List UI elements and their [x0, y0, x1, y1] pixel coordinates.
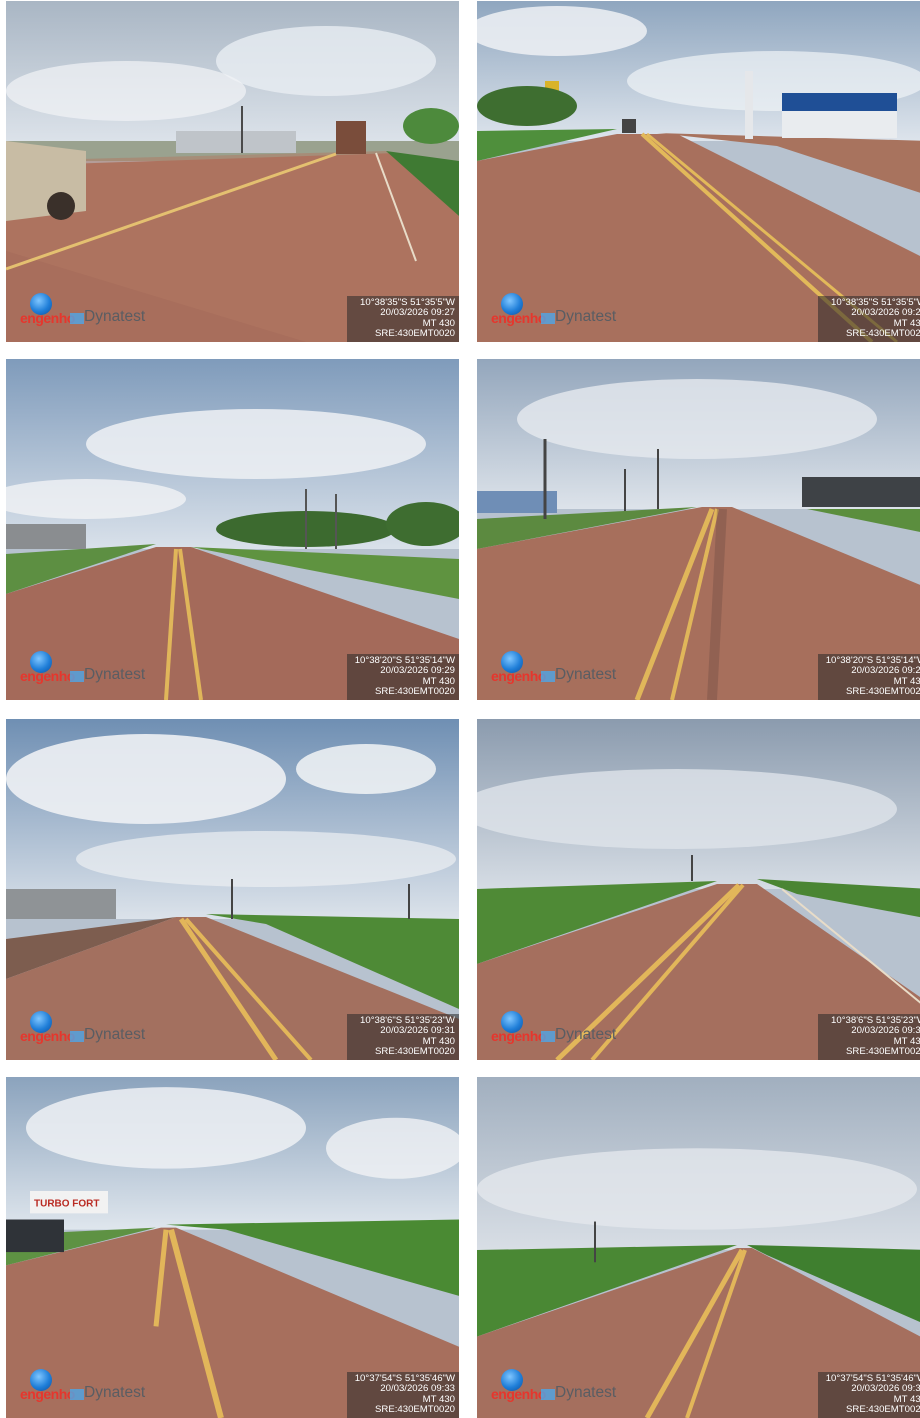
logo-connector [541, 313, 555, 324]
photo-1: engenho Dynatest 10°38'35"S 51°35'5"W 20… [6, 1, 459, 342]
logo-connector [541, 1031, 555, 1042]
logo-dynatest: Dynatest [555, 308, 617, 325]
gps-stamp: 10°38'35"S 51°35'5"W 20/03/2026 09:27 MT… [347, 296, 459, 342]
photo-grid: engenho Dynatest 10°38'35"S 51°35'5"W 20… [0, 0, 920, 1418]
photo-3: engenho Dynatest 10°38'20"S 51°35'14"W 2… [6, 359, 459, 700]
road-scene-5 [6, 719, 459, 1060]
engenho-dynatest-logo: engenho Dynatest [491, 651, 631, 689]
photo-6: engenho Dynatest 10°38'6"S 51°35'23"W 20… [477, 719, 920, 1060]
stamp-sre: SRE:430EMT0020 [846, 1046, 920, 1058]
gps-stamp: 10°38'20"S 51°35'14"W 20/03/2026 09:29 M… [347, 654, 459, 700]
photo-2: engenho Dynatest 10°38'35"S 51°35'5"W 20… [477, 1, 920, 342]
engenho-dynatest-logo: engenho Dynatest [491, 293, 631, 331]
gps-stamp: 10°37'54"S 51°35'46"W 20/03/2026 09:33 M… [347, 1372, 459, 1418]
logo-dynatest: Dynatest [84, 1026, 146, 1043]
billboard-text: TURBO FORT [34, 1198, 100, 1209]
road-scene-7: TURBO FORT [6, 1077, 459, 1418]
logo-dynatest: Dynatest [555, 1026, 617, 1043]
photo-5: engenho Dynatest 10°38'6"S 51°35'23"W 20… [6, 719, 459, 1060]
road-scene-1 [6, 1, 459, 342]
logo-connector [70, 671, 84, 682]
logo-connector [70, 1389, 84, 1400]
logo-connector [70, 313, 84, 324]
logo-engenho: engenho [20, 1386, 75, 1402]
gps-stamp: 10°38'20"S 51°35'14"W 20/03/2026 09:29 M… [818, 654, 920, 700]
stamp-sre: SRE:430EMT0020 [846, 328, 920, 340]
logo-engenho: engenho [491, 310, 546, 326]
logo-dynatest: Dynatest [84, 308, 146, 325]
road-scene-8 [477, 1077, 920, 1418]
engenho-dynatest-logo: engenho Dynatest [20, 651, 160, 689]
logo-dynatest: Dynatest [84, 1384, 146, 1401]
stamp-sre: SRE:430EMT0020 [375, 686, 455, 698]
gps-stamp: 10°38'6"S 51°35'23"W 20/03/2026 09:31 MT… [347, 1014, 459, 1060]
stamp-sre: SRE:430EMT0020 [846, 1404, 920, 1416]
logo-dynatest: Dynatest [555, 1384, 617, 1401]
engenho-dynatest-logo: engenho Dynatest [20, 1011, 160, 1049]
engenho-dynatest-logo: engenho Dynatest [20, 1369, 160, 1407]
stamp-sre: SRE:430EMT0020 [846, 686, 920, 698]
logo-dynatest: Dynatest [84, 666, 146, 683]
gps-stamp: 10°38'6"S 51°35'23"W 20/03/2026 09:31 MT… [818, 1014, 920, 1060]
logo-connector [541, 1389, 555, 1400]
logo-engenho: engenho [20, 1028, 75, 1044]
photo-4: engenho Dynatest 10°38'20"S 51°35'14"W 2… [477, 359, 920, 700]
gps-stamp: 10°37'54"S 51°35'46"W 20/03/2026 09:33 M… [818, 1372, 920, 1418]
logo-engenho: engenho [20, 668, 75, 684]
stamp-sre: SRE:430EMT0020 [375, 1404, 455, 1416]
road-scene-6 [477, 719, 920, 1060]
logo-connector [70, 1031, 84, 1042]
photo-8: engenho Dynatest 10°37'54"S 51°35'46"W 2… [477, 1077, 920, 1418]
stamp-sre: SRE:430EMT0020 [375, 1046, 455, 1058]
gps-stamp: 10°38'35"S 51°35'5"W 20/03/2026 09:27 MT… [818, 296, 920, 342]
road-scene-3 [6, 359, 459, 700]
logo-engenho: engenho [491, 1028, 546, 1044]
road-scene-2 [477, 1, 920, 342]
road-scene-4 [477, 359, 920, 700]
logo-engenho: engenho [20, 310, 75, 326]
logo-dynatest: Dynatest [555, 666, 617, 683]
stamp-sre: SRE:430EMT0020 [375, 328, 455, 340]
logo-connector [541, 671, 555, 682]
engenho-dynatest-logo: engenho Dynatest [20, 293, 160, 331]
logo-engenho: engenho [491, 668, 546, 684]
engenho-dynatest-logo: engenho Dynatest [491, 1011, 631, 1049]
logo-engenho: engenho [491, 1386, 546, 1402]
photo-7: TURBO FORT engenho Dynatest 10°37'54"S 5… [6, 1077, 459, 1418]
engenho-dynatest-logo: engenho Dynatest [491, 1369, 631, 1407]
